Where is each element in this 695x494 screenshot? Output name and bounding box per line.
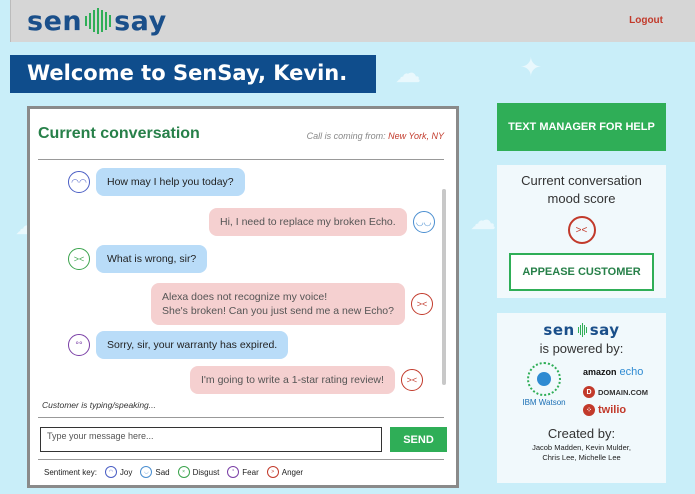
mood-score-title: Current conversation mood score (497, 172, 666, 208)
message-bubble: Alexa does not recognize my voice! She's… (151, 283, 405, 325)
creator-names: Jacob Madden, Kevin Mulder, Chris Lee, M… (497, 443, 666, 463)
sentiment-key-item: > Anger (266, 466, 304, 478)
logo-text-left: sen (543, 321, 575, 339)
sad-emotion-icon: ◡ (140, 466, 153, 478)
cloud-doodle-icon: ☁ (470, 205, 496, 235)
message-agent: >< What is wrong, sir? (68, 245, 208, 273)
message-scrollbar[interactable] (442, 189, 446, 385)
message-agent: ◠◠ How may I help you today? (68, 168, 245, 196)
anger-emotion-icon: >< (567, 216, 596, 244)
ibm-watson-label: IBM Watson (522, 398, 566, 407)
sentiment-key-item: × Disgust (177, 466, 220, 478)
call-origin-label: Call is coming from: (306, 131, 389, 141)
message-customer: I'm going to write a 1-star rating revie… (190, 366, 423, 394)
twilio-logo: ⁘ twilio (583, 404, 626, 416)
message-customer: Hi, I need to replace my broken Echo. ◡◡ (209, 208, 435, 236)
message-bubble: Sorry, sir, your warranty has expired. (96, 331, 289, 359)
sad-emotion-icon: ◡◡ (412, 211, 435, 233)
logo-text-right: say (589, 321, 620, 339)
fear-emotion-icon: ° (227, 466, 240, 478)
message-list[interactable]: ◠◠ How may I help you today? Hi, I need … (30, 164, 440, 394)
creator-names-line: Jacob Madden, Kevin Mulder, (532, 443, 631, 452)
powered-by-label: is powered by: (539, 341, 624, 356)
message-text: What is wrong, sir? (107, 253, 197, 265)
message-bubble: Hi, I need to replace my broken Echo. (209, 208, 407, 236)
text-manager-button[interactable]: TEXT MANAGER FOR HELP (497, 103, 666, 151)
appease-customer-button[interactable]: APPEASE CUSTOMER (509, 253, 654, 291)
message-input[interactable]: Type your message here... (40, 427, 382, 452)
amazon-label: amazon (583, 367, 617, 377)
message-text: How may I help you today? (107, 176, 234, 188)
logo-text-right: say (114, 5, 167, 37)
message-text: Sorry, sir, your warranty has expired. (107, 339, 278, 351)
call-origin-city: New York, NY (388, 131, 444, 141)
logout-link[interactable]: Logout (629, 15, 663, 26)
sentiment-key-item: ◡ Sad (140, 466, 170, 478)
domain-label: DOMAIN.COM (598, 387, 648, 397)
anger-emotion-icon: >< (410, 293, 433, 315)
sentiment-key-text: Disgust (192, 467, 220, 477)
divider (38, 417, 444, 418)
sentiment-key-label: Sentiment key: (44, 467, 97, 477)
message-text: Hi, I need to replace my broken Echo. (220, 216, 396, 228)
joy-emotion-icon: ◠◠ (68, 171, 90, 193)
sentiment-key-text: Sad (155, 467, 170, 477)
mood-title-line: mood score (547, 191, 616, 206)
soundwave-icon (577, 323, 587, 337)
partner-logos: IBM Watson amazon echo D DOMAIN.COM ⁘ tw… (497, 360, 666, 420)
mood-title-line: Current conversation (521, 173, 642, 188)
creator-names-line: Chris Lee, Michelle Lee (542, 453, 621, 462)
anger-emotion-icon: >< (400, 369, 423, 391)
message-customer: Alexa does not recognize my voice! She's… (151, 283, 433, 325)
sensay-logo-small: sen say (497, 321, 666, 339)
mood-score-panel: Current conversation mood score >< APPEA… (497, 165, 666, 298)
conversation-panel: Current conversation Call is coming from… (27, 106, 459, 488)
powered-by-panel: sen say is powered by: IBM Watson amazon… (497, 313, 666, 483)
sentiment-key-text: Anger (281, 467, 304, 477)
divider (38, 459, 444, 460)
twilio-icon: ⁘ (583, 404, 595, 416)
sentiment-key-text: Fear (242, 467, 259, 477)
message-agent: °° Sorry, sir, your warranty has expired… (68, 331, 289, 359)
domain-com-logo: D DOMAIN.COM (583, 386, 648, 398)
divider (38, 159, 444, 160)
created-by-label: Created by: (547, 426, 616, 441)
message-bubble: I'm going to write a 1-star rating revie… (190, 366, 395, 394)
watson-globe-icon (527, 362, 561, 396)
message-bubble: How may I help you today? (96, 168, 245, 196)
top-bar: sen say Logout (10, 0, 695, 42)
sentiment-key-item: ◠ Joy (104, 466, 133, 478)
twilio-label: twilio (598, 404, 627, 416)
soundwave-icon (85, 8, 112, 34)
cloud-doodle-icon: ☁ (395, 58, 421, 88)
amazon-echo-logo: amazon echo (583, 366, 643, 378)
scrollbar-thumb[interactable] (442, 189, 446, 385)
echo-label: echo (619, 366, 644, 378)
joy-emotion-icon: ◠ (104, 466, 117, 478)
send-button[interactable]: SEND (390, 427, 447, 452)
sentiment-key-item: ° Fear (227, 466, 259, 478)
sensay-logo[interactable]: sen say (27, 5, 167, 37)
message-text: She's broken! Can you just send me a new… (162, 305, 394, 317)
anger-emotion-icon: > (266, 466, 279, 478)
call-origin: Call is coming from: New York, NY (307, 131, 444, 141)
typing-status: Customer is typing/speaking... (42, 400, 156, 410)
disgust-emotion-icon: >< (68, 248, 90, 270)
star-doodle-icon: ✦ (520, 52, 542, 82)
logo-text-left: sen (27, 5, 83, 37)
welcome-banner: Welcome to SenSay, Kevin. (10, 55, 376, 93)
domain-icon: D (583, 386, 595, 398)
disgust-emotion-icon: × (177, 466, 190, 478)
fear-emotion-icon: °° (68, 334, 90, 356)
message-bubble: What is wrong, sir? (96, 245, 208, 273)
ibm-watson-logo: IBM Watson (517, 362, 571, 407)
message-text: Alexa does not recognize my voice! (162, 291, 328, 303)
sentiment-key: Sentiment key: ◠ Joy ◡ Sad × Disgust ° F… (44, 466, 303, 478)
conversation-title: Current conversation (38, 125, 200, 142)
sentiment-key-text: Joy (119, 467, 133, 477)
message-text: I'm going to write a 1-star rating revie… (201, 374, 384, 386)
